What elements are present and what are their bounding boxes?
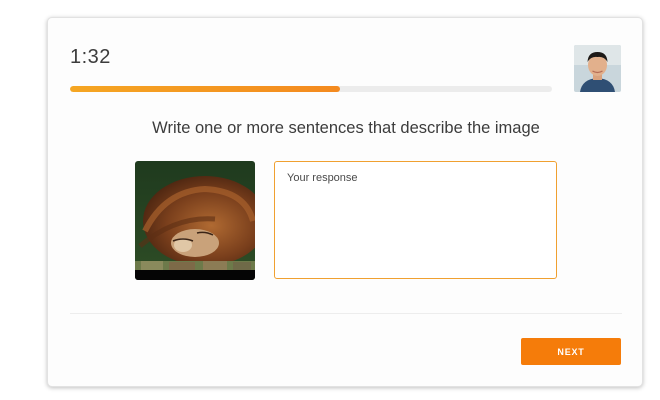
test-card: 1:32 Write one or more sentences that de… xyxy=(47,17,643,387)
question-prompt: Write one or more sentences that describ… xyxy=(152,119,540,137)
countdown-timer: 1:32 xyxy=(70,46,111,68)
footer-divider xyxy=(70,313,622,314)
avatar-icon xyxy=(574,45,621,92)
response-textarea[interactable] xyxy=(274,161,557,279)
user-avatar xyxy=(574,45,621,92)
next-button[interactable]: NEXT xyxy=(521,338,621,365)
progress-bar xyxy=(70,86,552,92)
progress-fill xyxy=(70,86,340,92)
lion-photo xyxy=(135,161,255,280)
